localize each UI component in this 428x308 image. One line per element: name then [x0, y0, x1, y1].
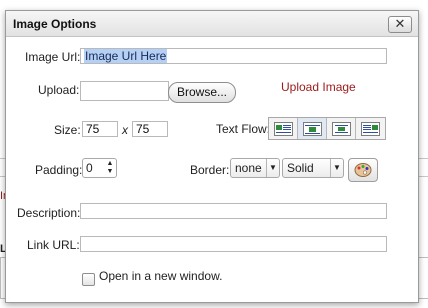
palette-icon [354, 163, 372, 177]
text-flow-label: Text Flow: [216, 122, 271, 136]
padding-stepper[interactable]: 0 ▲ ▼ [82, 158, 117, 178]
border-style-select[interactable]: Solid ▼ [282, 158, 344, 178]
image-url-value: Image Url Here [84, 49, 168, 63]
size-separator: x [122, 123, 128, 137]
text-flow-right-button[interactable] [356, 118, 385, 139]
text-flow-center-button[interactable] [327, 118, 356, 139]
stepper-arrows-icon[interactable]: ▲ ▼ [106, 160, 114, 176]
browse-button[interactable]: Browse... [168, 82, 236, 103]
image-url-input[interactable]: Image Url Here [80, 48, 387, 64]
new-window-label[interactable]: Open in a new window. [99, 269, 222, 283]
image-options-dialog: Image Options ✕ Image Url: Image Url Her… [5, 10, 419, 303]
description-label: Description: [17, 206, 81, 220]
align-left-icon [273, 121, 293, 136]
upload-file-input[interactable] [80, 81, 169, 101]
dialog-titlebar: Image Options ✕ [6, 11, 418, 37]
text-flow-left-button[interactable] [269, 118, 298, 139]
align-center-icon [331, 121, 351, 136]
dialog-title: Image Options [13, 17, 97, 31]
align-right-icon [361, 121, 380, 136]
upload-label: Upload: [38, 83, 80, 97]
border-width-select[interactable]: none ▼ [230, 158, 280, 178]
height-input[interactable]: 75 [132, 121, 168, 137]
align-inline-icon [302, 121, 322, 136]
link-url-label: Link URL: [27, 238, 80, 252]
border-label: Border: [190, 163, 230, 177]
upload-image-link[interactable]: Upload Image [281, 80, 356, 94]
border-width-value: none [235, 161, 262, 175]
close-icon: ✕ [394, 16, 406, 31]
size-label: Size: [54, 123, 81, 137]
text-flow-inline-button[interactable] [298, 118, 327, 139]
description-input[interactable] [80, 203, 387, 219]
width-value: 75 [86, 122, 100, 136]
text-flow-buttons [268, 117, 386, 140]
image-url-label: Image Url: [25, 50, 81, 64]
padding-label: Padding: [35, 163, 83, 177]
chevron-down-icon: ▼ [266, 159, 279, 177]
width-input[interactable]: 75 [82, 121, 118, 137]
height-value: 75 [136, 122, 150, 136]
padding-value: 0 [86, 161, 93, 175]
link-url-input[interactable] [80, 236, 387, 252]
new-window-checkbox[interactable] [82, 273, 95, 286]
chevron-down-icon: ▼ [330, 159, 343, 177]
border-style-value: Solid [287, 161, 314, 175]
close-button[interactable]: ✕ [388, 16, 412, 33]
border-color-button[interactable] [348, 158, 378, 182]
